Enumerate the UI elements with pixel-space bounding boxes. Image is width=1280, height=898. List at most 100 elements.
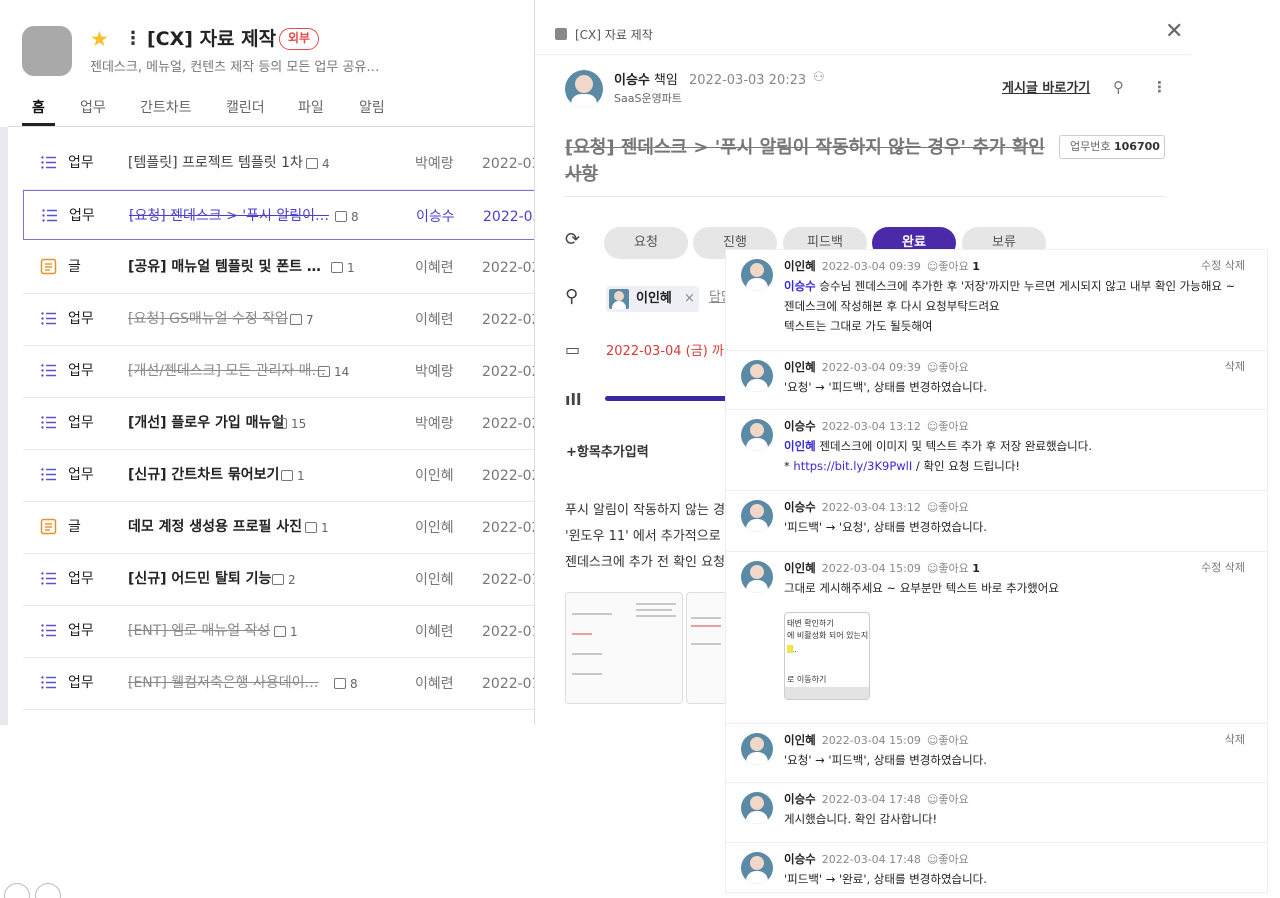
close-icon[interactable]: ✕ — [1165, 20, 1183, 44]
tab-tasks[interactable]: 업무 — [80, 98, 106, 118]
smile-icon: ☺ — [926, 501, 939, 514]
table-row[interactable]: 업무 [신규] 어드민 탈퇴 기능 2 이인혜 2022-01 — [23, 554, 534, 606]
comment-icon — [274, 626, 286, 637]
comment-time: 2022-03-04 09:39 — [821, 361, 921, 374]
mention-link[interactable]: 이승수 — [784, 279, 816, 293]
like-button[interactable]: ☺좋아요 — [927, 361, 969, 374]
tab-calendar[interactable]: 캘린더 — [226, 98, 265, 118]
comment-image[interactable]: 태변 확인하기에 비활성화 되어 있는지요.로 이동하기 — [784, 612, 870, 700]
image-text: 에 비활성화 되어 있는지 — [787, 631, 869, 640]
row-title[interactable]: [ENT] 엠로 매뉴얼 작성 — [128, 621, 270, 641]
like-button[interactable]: ☺좋아요 — [927, 501, 969, 514]
comment-actions[interactable]: 삭제 — [1225, 359, 1245, 375]
status-request-button[interactable]: 요청 — [604, 227, 688, 259]
smile-icon: ☺ — [926, 853, 939, 866]
comment-count-value: 8 — [351, 210, 359, 224]
like-button[interactable]: ☺좋아요 — [927, 420, 969, 433]
add-field-button[interactable]: +항목추가입력 — [566, 444, 649, 462]
row-author: 이혜련 — [415, 260, 454, 276]
like-button[interactable]: ☺좋아요 1 — [927, 562, 980, 575]
breadcrumb[interactable]: [CX] 자료 제작 — [575, 26, 653, 44]
avatar[interactable] — [741, 259, 773, 291]
row-date: 2022-01 — [482, 676, 534, 692]
avatar[interactable] — [741, 852, 773, 884]
smile-icon: ☺ — [926, 734, 939, 747]
table-row[interactable]: 업무 [요청] 젠데스크 > '푸시 알림이… 8 이승수 2022-03 — [23, 190, 534, 240]
progress-bar[interactable] — [605, 396, 745, 401]
mention-link[interactable]: 이인혜 — [784, 439, 816, 453]
task-title: [요청] 젠데스크 > '푸시 알림이 작동하지 않는 경우' 추가 확인 사항 — [565, 137, 1045, 185]
row-title[interactable]: [공유] 매뉴얼 템플릿 및 폰트 공유 — [128, 257, 328, 277]
comment-actions[interactable]: 수정 삭제 — [1201, 560, 1245, 576]
comment-author: 이인혜 — [784, 360, 816, 374]
due-date[interactable]: 2022-03-04 (금) 까지 — [606, 343, 736, 361]
table-row[interactable]: 업무 [개선/젠데스크] 모든 관리자 매… 14 박예랑 2022-02 — [23, 346, 534, 398]
table-row[interactable]: 업무 [ENT] 엠로 매뉴얼 작성 1 이혜련 2022-01 — [23, 606, 534, 658]
read-status-icon[interactable]: ⚇ — [813, 70, 825, 85]
star-icon[interactable]: ★ — [90, 26, 109, 52]
external-badge: 외부 — [279, 28, 320, 50]
remove-assignee-icon[interactable]: × — [684, 290, 695, 308]
task-list-icon — [40, 622, 57, 639]
avatar[interactable] — [741, 733, 773, 765]
comment-text: '요청' → '피드백', 상태를 변경하였습니다. — [784, 750, 987, 770]
table-row[interactable]: 업무 [신규] 간트차트 묶어보기 1 이인혜 2022-02 — [23, 450, 534, 502]
assignee-chip[interactable]: 이인혜 × — [606, 286, 699, 312]
image-text: 로 이동하기 — [787, 675, 827, 684]
tab-home[interactable]: 홈 — [32, 98, 45, 118]
row-type: 업무 — [68, 363, 94, 379]
table-row[interactable]: 업무 [요청] GS매뉴얼 수정 작업 7 이혜련 2022-02 — [23, 294, 534, 346]
row-title[interactable]: [템플릿] 프로젝트 템플릿 1차 — [128, 153, 303, 173]
comment-line: 게시했습니다. 확인 감사합니다! — [784, 812, 938, 826]
like-button[interactable]: ☺좋아요 — [927, 853, 969, 866]
row-title[interactable]: [요청] GS매뉴얼 수정 작업 — [128, 309, 288, 329]
divider — [535, 54, 1191, 55]
avatar[interactable] — [741, 360, 773, 392]
row-title[interactable]: [요청] 젠데스크 > '푸시 알림이… — [129, 206, 329, 226]
avatar[interactable] — [565, 70, 603, 108]
avatar[interactable] — [741, 500, 773, 532]
row-author: 이혜련 — [415, 312, 454, 328]
comment-count-value: 4 — [322, 157, 330, 171]
task-list-icon — [40, 310, 57, 327]
pin-icon[interactable]: ⚲ — [1113, 78, 1124, 96]
like-button[interactable]: ☺좋아요 — [927, 734, 969, 747]
row-date: 2022-03 — [483, 209, 534, 225]
like-button[interactable]: ☺좋아요 — [927, 793, 969, 806]
table-row[interactable]: 업무 [템플릿] 프로젝트 템플릿 1차 4 박예랑 2022-03 — [23, 138, 534, 190]
row-title[interactable]: [ENT] 웰컴저축은행 사용데이… — [128, 673, 319, 693]
go-to-post-link[interactable]: 게시글 바로가기 — [1002, 80, 1090, 98]
table-row[interactable]: 업무 [개선] 플로우 가입 매뉴얼 15 박예랑 2022-02 — [23, 398, 534, 450]
url-link[interactable]: https://bit.ly/3K9PwlI — [793, 459, 912, 473]
row-title[interactable]: [개선/젠데스크] 모든 관리자 매… — [128, 361, 326, 381]
project-menu-icon[interactable]: ⋮ — [124, 28, 142, 50]
comment-count: 2 — [272, 571, 296, 589]
more-menu-icon[interactable]: ⋮ — [1152, 78, 1167, 96]
row-title[interactable]: [신규] 어드민 탈퇴 기능 — [128, 569, 271, 589]
tab-gantt[interactable]: 간트차트 — [140, 98, 192, 118]
like-button[interactable]: ☺좋아요 1 — [927, 260, 980, 273]
tab-files[interactable]: 파일 — [298, 98, 324, 118]
avatar[interactable] — [741, 561, 773, 593]
comment-actions[interactable]: 삭제 — [1225, 732, 1245, 748]
table-row[interactable]: 글 데모 계정 생성용 프로필 사진 1 이인혜 2022-02 — [23, 502, 534, 554]
chat-icon[interactable] — [4, 883, 30, 898]
comment-author: 이인혜 — [784, 733, 816, 747]
row-title[interactable]: [신규] 간트차트 묶어보기 — [128, 465, 279, 485]
avatar[interactable] — [741, 419, 773, 451]
project-description: 젠데스크, 메뉴얼, 컨텐츠 제작 등의 모든 업무 공유… — [90, 60, 380, 75]
row-title[interactable]: [개선] 플로우 가입 매뉴얼 — [128, 413, 284, 433]
comment-count-value: 8 — [350, 677, 358, 691]
comment-count: 14 — [318, 363, 349, 381]
tab-notifications[interactable]: 알림 — [359, 98, 385, 118]
table-row[interactable]: 업무 [ENT] 웰컴저축은행 사용데이… 8 이혜련 2022-01 — [23, 658, 534, 710]
comment-actions[interactable]: 수정 삭제 — [1201, 258, 1245, 274]
row-title[interactable]: 데모 계정 생성용 프로필 사진 — [128, 517, 302, 537]
avatar[interactable] — [741, 792, 773, 824]
more-icon[interactable] — [35, 883, 61, 898]
table-row[interactable]: 글 [공유] 매뉴얼 템플릿 및 폰트 공유 1 이혜련 2022-02 — [23, 242, 534, 294]
row-type: 업무 — [68, 155, 94, 171]
task-list-icon — [40, 570, 57, 587]
comment-icon — [281, 470, 293, 481]
attachment-thumbnail[interactable] — [565, 592, 683, 704]
